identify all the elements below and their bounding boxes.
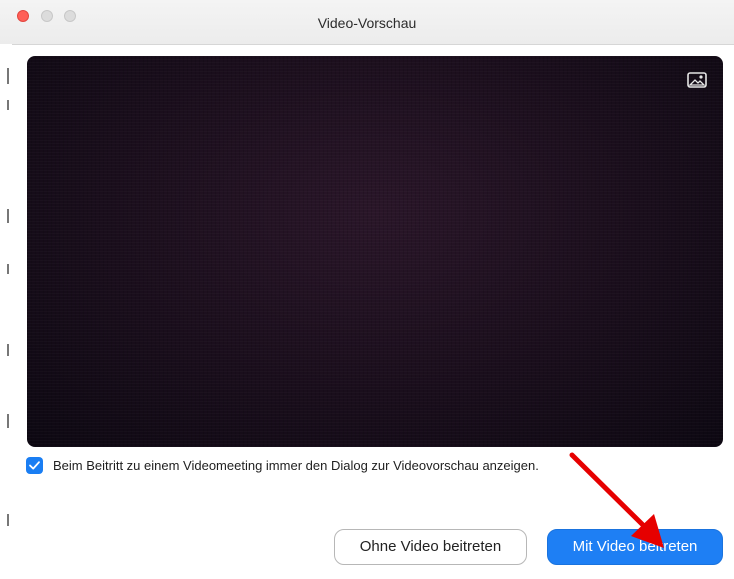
window-title: Video-Vorschau <box>317 15 417 31</box>
virtual-background-icon[interactable] <box>687 72 707 88</box>
checkmark-icon <box>29 461 40 470</box>
join-with-video-button[interactable]: Mit Video beitreten <box>547 529 723 565</box>
always-show-preview-checkbox[interactable] <box>26 457 43 474</box>
always-show-preview-label[interactable]: Beim Beitritt zu einem Videomeeting imme… <box>53 458 539 473</box>
video-preview-window: Video-Vorschau Beim Beitritt zu einem Vi… <box>0 0 734 579</box>
video-preview <box>27 56 723 447</box>
join-without-video-button[interactable]: Ohne Video beitreten <box>334 529 527 565</box>
background-window-edge <box>0 44 12 579</box>
title-bar[interactable]: Video-Vorschau <box>0 0 734 45</box>
